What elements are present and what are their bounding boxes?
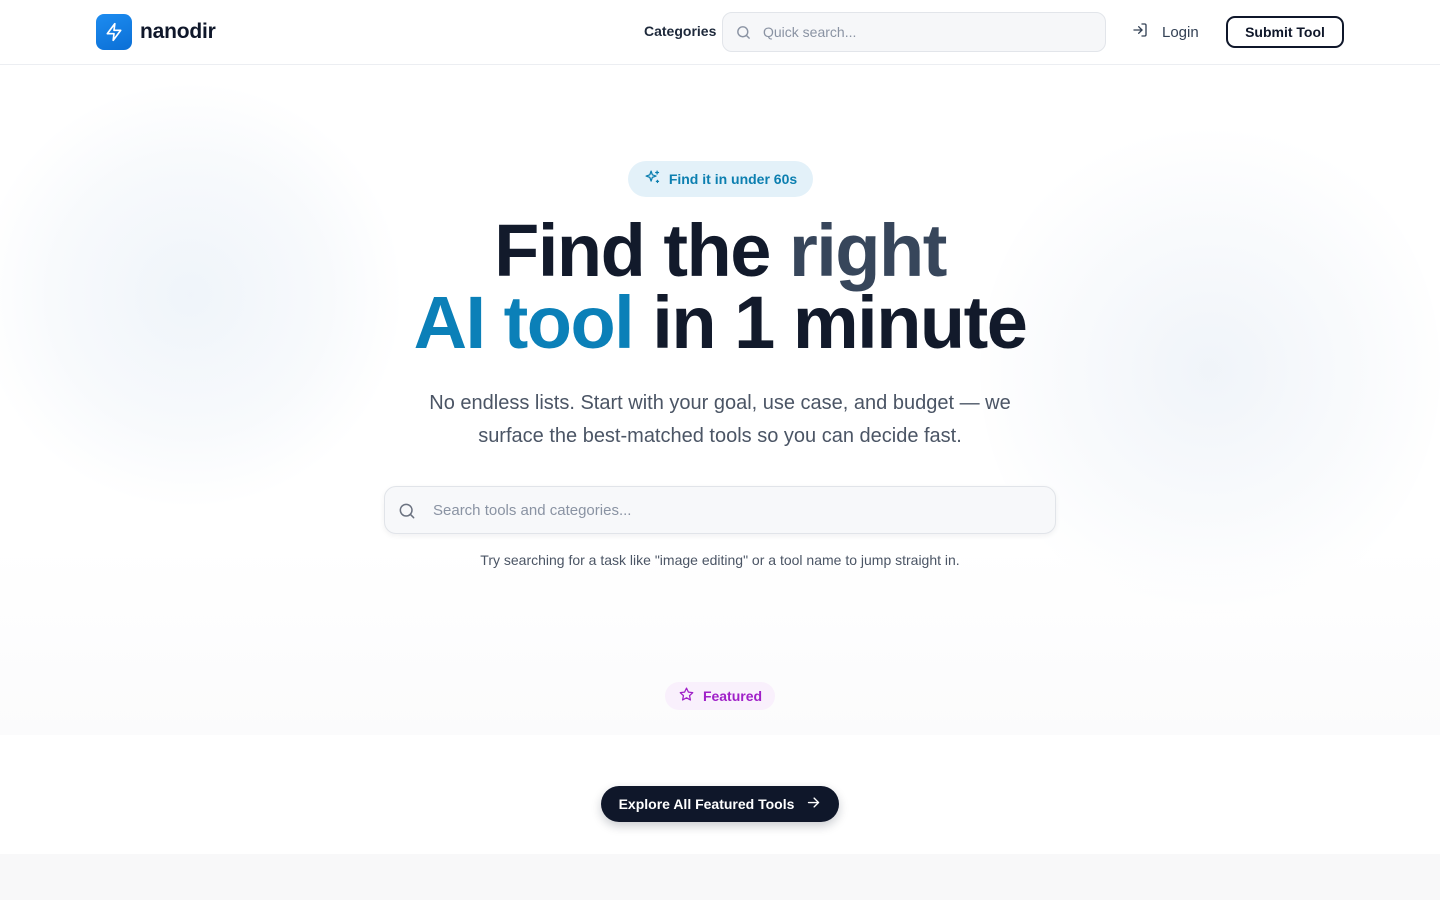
headline-part-1: Find the	[494, 209, 789, 292]
sparkles-icon	[644, 169, 661, 189]
search-icon	[735, 24, 752, 46]
submit-tool-button[interactable]: Submit Tool	[1226, 16, 1344, 48]
next-section-band	[0, 854, 1440, 900]
brand-link[interactable]: nanodir	[96, 14, 216, 50]
explore-featured-label: Explore All Featured Tools	[618, 796, 795, 812]
featured-badge: Featured	[665, 682, 775, 710]
hero-badge: Find it in under 60s	[628, 161, 813, 197]
main-search-box	[384, 486, 1056, 534]
arrow-right-icon	[806, 795, 821, 813]
explore-featured-button[interactable]: Explore All Featured Tools	[601, 786, 839, 822]
hero-badge-label: Find it in under 60s	[668, 171, 798, 187]
login-icon	[1132, 22, 1148, 42]
lightning-bolt-icon	[96, 14, 132, 50]
login-label: Login	[1162, 23, 1199, 41]
hero-section: Find it in under 60s Find the right AI t…	[0, 65, 1440, 735]
quick-search-box	[722, 12, 1106, 52]
hero-subtext: No endless lists. Start with your goal, …	[429, 392, 1011, 447]
headline-part-2: right	[788, 209, 947, 292]
hero-headline: Find the right AI tool in 1 minute	[0, 214, 1440, 360]
login-link[interactable]: Login	[1132, 22, 1199, 42]
headline-part-4: in 1 minute	[633, 281, 1028, 364]
top-navbar: nanodir Categories Login Submit Tool	[0, 0, 1440, 65]
quick-search-input[interactable]	[763, 13, 1093, 51]
headline-part-3: AI tool	[413, 281, 635, 364]
search-hint: Try searching for a task like "image edi…	[480, 552, 960, 568]
featured-badge-label: Featured	[702, 688, 763, 704]
search-icon	[397, 501, 417, 526]
nav-categories-link[interactable]: Categories	[644, 23, 716, 39]
brand-name: nanodir	[140, 20, 216, 43]
star-icon	[678, 686, 695, 706]
main-search-input[interactable]	[433, 487, 1033, 533]
